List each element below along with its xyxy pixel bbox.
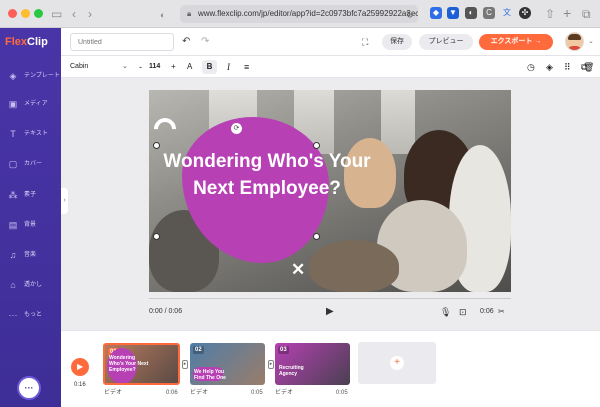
resize-handle[interactable] (313, 233, 320, 240)
progress-track[interactable] (149, 298, 511, 299)
extension-gear-icon[interactable]: ✣ (519, 7, 531, 19)
fullscreen-icon[interactable]: ⛶ (362, 35, 368, 49)
top-toolbar: ↶ ↷ ⛶ 保存 プレビュー エクスポート → ⌄ (61, 28, 600, 56)
layers-stack-icon[interactable]: ◈ (546, 56, 553, 78)
extension-contrast-icon[interactable]: ◐ (465, 7, 477, 19)
extension-badge-icon[interactable]: ▼ (447, 7, 459, 19)
total-time: 0:16 (74, 382, 86, 388)
elements-icon: ⁂ (8, 190, 18, 200)
chevron-down-icon[interactable]: ⌄ (122, 56, 128, 78)
timeline-clip-2[interactable]: 02 We Help You Find The One (190, 343, 265, 385)
text-format-toolbar: Cabin ⌄ - 114 + A B I ≡ ◷ ◈ ⠿ ⧉ (61, 56, 600, 78)
subtitle-icon[interactable]: ⊡ (459, 306, 467, 318)
cover-icon: ▢ (8, 159, 18, 169)
reload-icon[interactable]: ↻ (406, 7, 414, 23)
browser-toolbar: ▭ ‹ › ◐ 🔒︎ www.flexclip.com/jp/editor/ap… (0, 0, 600, 28)
grid-icon[interactable]: ⠿ (564, 56, 571, 78)
extension-shield-icon[interactable]: ◆ (430, 7, 442, 19)
play-icon[interactable]: ▶ (326, 306, 334, 318)
export-button[interactable]: エクスポート → (479, 34, 553, 50)
sidebar-item-media[interactable]: ▣ メディア (0, 93, 61, 115)
resize-handle[interactable] (313, 142, 320, 149)
share-icon[interactable]: ⇧ (545, 6, 555, 22)
rotate-icon[interactable]: ⟳ (231, 123, 242, 134)
left-sidebar: FlexClip ◈ テンプレート ▣ メディア T テキスト ▢ カバー ⁂ … (0, 28, 61, 407)
bold-icon[interactable]: B (202, 60, 217, 74)
forward-icon[interactable]: › (88, 6, 92, 22)
layers-icon: ◈ (9, 71, 17, 81)
align-center-icon[interactable]: ≡ (244, 56, 249, 78)
maximize-window-button[interactable] (34, 9, 43, 18)
trash-icon[interactable]: 🗑︎ (583, 56, 594, 78)
translate-icon[interactable]: 文 (501, 7, 513, 19)
plus-icon: + (390, 356, 404, 370)
scissors-icon[interactable]: ✂ (498, 306, 505, 318)
chevron-down-icon[interactable]: ⌄ (588, 35, 594, 49)
decrease-size-button[interactable]: - (139, 56, 142, 78)
italic-icon[interactable]: I (227, 56, 230, 78)
close-mark-icon: ✕ (291, 260, 306, 279)
timer-icon[interactable]: ◷ (527, 56, 535, 78)
headline-text[interactable]: Wondering Who's Your Next Employee? (153, 148, 381, 202)
collapse-panel-button[interactable]: › (61, 188, 68, 214)
lock-icon: 🔒︎ (187, 9, 192, 18)
playback-time: 0:00 / 0:06 (149, 308, 183, 315)
music-icon: ♫ (9, 250, 17, 260)
redo-icon[interactable]: ↷ (201, 35, 209, 49)
play-icon: ▶ (77, 362, 84, 371)
back-icon[interactable]: ‹ (72, 6, 76, 22)
flexclip-logo: FlexClip (5, 36, 48, 48)
sidebar-item-watermark[interactable]: ⌂ 透かし (0, 274, 61, 296)
close-window-button[interactable] (8, 9, 17, 18)
background-icon: ▤ (8, 220, 18, 230)
resize-handle[interactable] (153, 142, 160, 149)
sidebar-toggle-icon[interactable]: ▭ (51, 6, 62, 22)
microphone-icon[interactable]: 🎙︎ (440, 306, 451, 318)
font-size-field[interactable]: 114 (149, 56, 160, 78)
timeline-clip-3[interactable]: 03 Recruiting Agency (275, 343, 350, 385)
extension-c-icon[interactable]: C (483, 7, 495, 19)
more-icon: ··· (8, 310, 18, 320)
watermark-icon: ⌂ (10, 280, 16, 290)
address-bar[interactable]: 🔒︎ www.flexclip.com/jp/editor/app?id=2c0… (180, 5, 418, 23)
transition-icon[interactable]: ▸ (182, 360, 188, 369)
sidebar-item-templates[interactable]: ◈ テンプレート (0, 65, 61, 87)
increase-size-button[interactable]: + (171, 56, 176, 78)
sidebar-item-cover[interactable]: ▢ カバー (0, 153, 61, 175)
minimize-window-button[interactable] (21, 9, 30, 18)
sidebar-item-more[interactable]: ··· もっと (0, 304, 61, 326)
url-text: www.flexclip.com/jp/editor/app?id=2c0973… (198, 9, 418, 18)
chat-icon: ··· (24, 383, 34, 393)
transition-icon[interactable]: ▸ (268, 360, 274, 369)
font-select[interactable]: Cabin (70, 56, 88, 78)
media-icon: ▣ (8, 99, 18, 109)
shield-icon[interactable]: ◐ (160, 7, 165, 23)
new-tab-icon[interactable]: + (563, 5, 571, 21)
video-duration: 0:06 (480, 308, 494, 315)
tabs-overview-icon[interactable]: ⧉ (582, 6, 591, 22)
resize-handle[interactable] (153, 233, 160, 240)
add-clip-button[interactable]: + (358, 342, 436, 384)
undo-icon[interactable]: ↶ (182, 35, 190, 49)
video-preview[interactable]: Wondering Who's Your Next Employee? ⟳ ✕ (149, 90, 511, 292)
avatar[interactable] (565, 32, 584, 51)
chat-support-button[interactable]: ··· (17, 376, 41, 400)
timeline-clip-1[interactable]: 01 Wondering Who's Your Next Employee? (103, 343, 180, 385)
sidebar-item-text[interactable]: T テキスト (0, 123, 61, 145)
sidebar-item-background[interactable]: ▤ 背景 (0, 214, 61, 236)
sidebar-item-elements[interactable]: ⁂ 素子 (0, 184, 61, 206)
save-button[interactable]: 保存 (382, 34, 412, 50)
project-title-input[interactable] (70, 33, 174, 51)
person-figure (309, 240, 399, 292)
text-icon: T (10, 129, 16, 139)
preview-button[interactable]: プレビュー (419, 34, 473, 50)
text-color-icon[interactable]: A (187, 56, 192, 78)
sidebar-item-music[interactable]: ♫ 音楽 (0, 244, 61, 266)
timeline-play-button[interactable]: ▶ (71, 358, 89, 376)
